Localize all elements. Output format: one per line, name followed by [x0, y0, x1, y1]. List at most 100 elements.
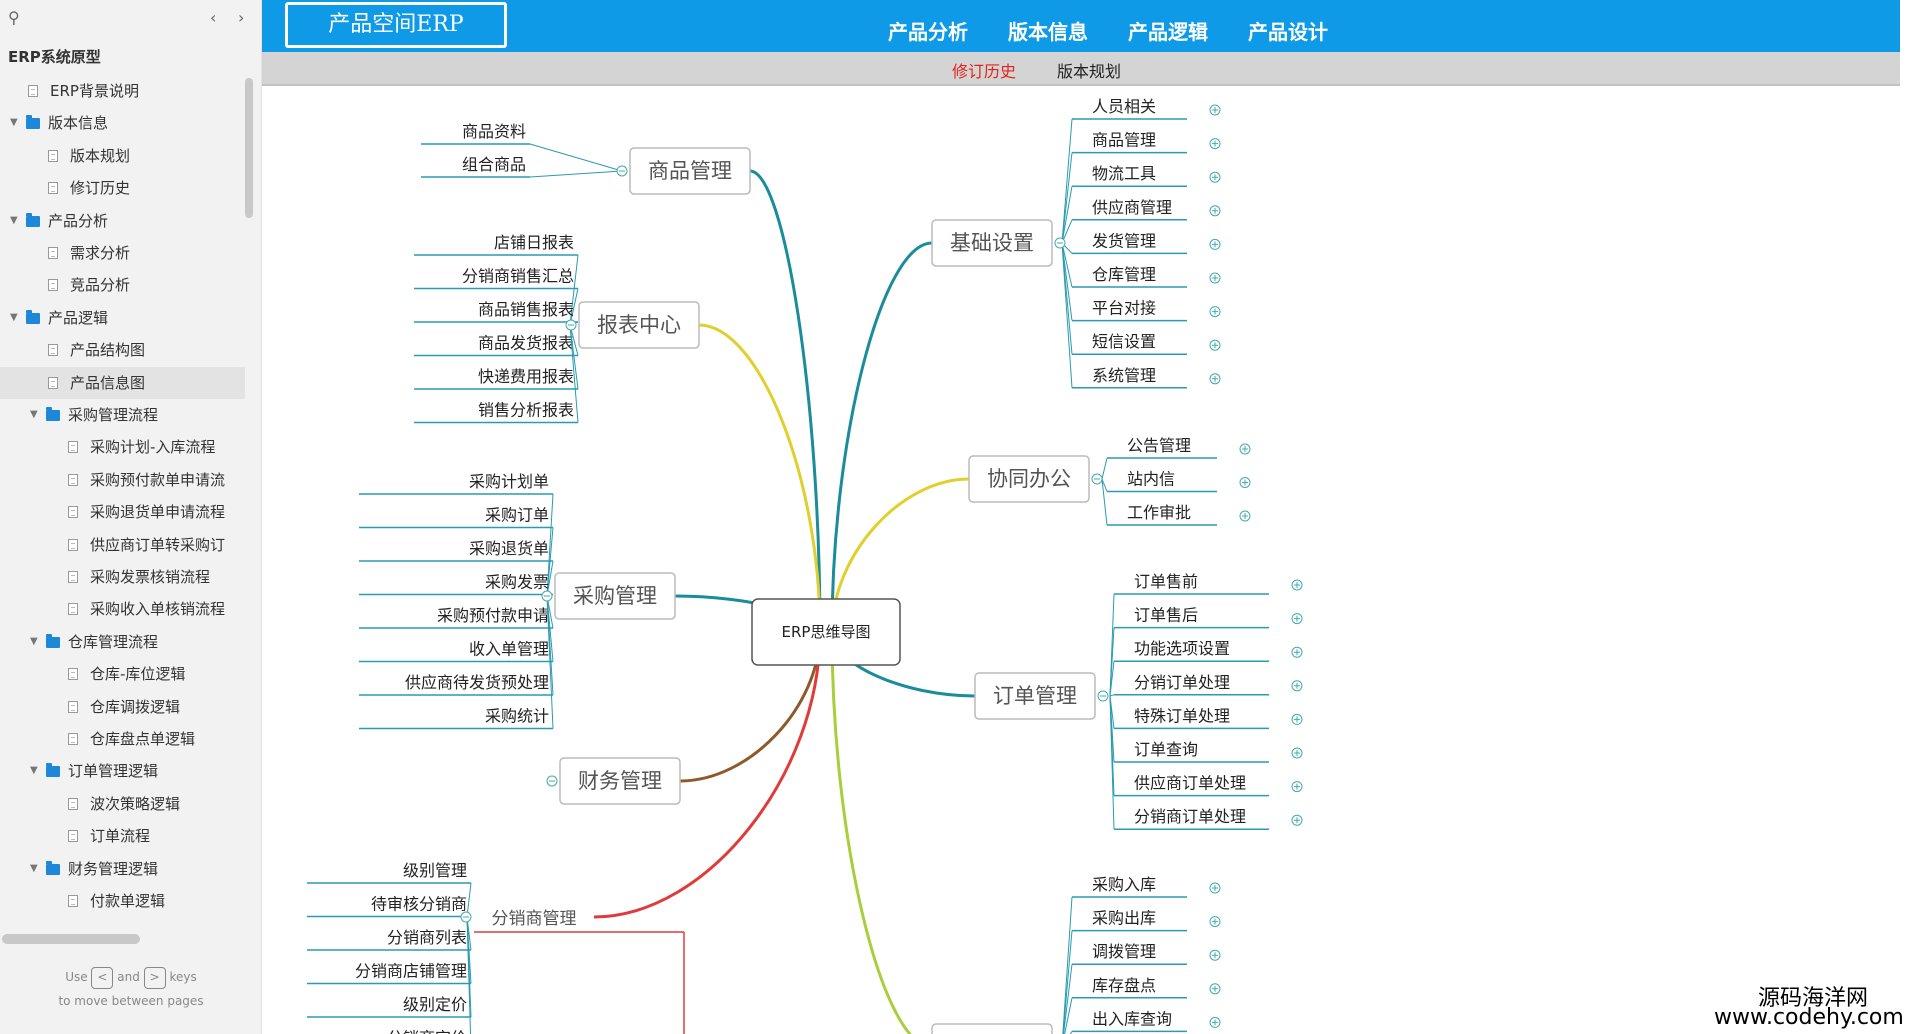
- expand-caret-icon[interactable]: ▼: [30, 853, 38, 885]
- hint-text: keys: [169, 970, 197, 984]
- tree-page[interactable]: 产品信息图: [0, 366, 245, 399]
- folder-icon: [46, 407, 60, 421]
- hint-text: Use: [65, 970, 88, 984]
- tree-folder[interactable]: ▼ 产品分析: [0, 205, 245, 237]
- center-node-label: ERP思维导图: [782, 623, 871, 641]
- sidebar-vertical-scrollbar[interactable]: [245, 78, 253, 218]
- tree-folder[interactable]: ▼ 采购管理流程: [0, 399, 245, 431]
- leaf-label: 商品管理: [1092, 131, 1156, 150]
- expand-caret-icon[interactable]: ▼: [10, 302, 18, 334]
- page-icon: [68, 668, 78, 681]
- expand-caret-icon[interactable]: ▼: [10, 205, 18, 237]
- leaf-label: 物流工具: [1092, 164, 1156, 183]
- top-header: 产品空间ERP 产品分析 版本信息 产品逻辑 产品设计: [262, 0, 1900, 52]
- tree-page[interactable]: 采购发票核销流程: [0, 561, 245, 593]
- nav-product-logic[interactable]: 产品逻辑: [1128, 16, 1208, 45]
- leaf-label: 订单售前: [1134, 572, 1198, 591]
- page-icon: [48, 279, 58, 292]
- tree-page[interactable]: 产品结构图: [0, 334, 245, 366]
- tree-folder[interactable]: ▼ 财务管理逻辑: [0, 853, 245, 885]
- leaf-label: 特殊订单处理: [1134, 706, 1230, 725]
- tree-folder[interactable]: ▼ 仓库管理流程: [0, 626, 245, 658]
- leaf-label: 站内信: [1127, 470, 1175, 489]
- page-icon: [68, 700, 78, 713]
- folder-icon: [46, 633, 60, 648]
- leaf-label: 店铺日报表: [494, 233, 574, 252]
- tree-page[interactable]: 订单流程: [0, 820, 245, 852]
- tree-item-label: 版本规划: [70, 146, 131, 165]
- nav-version-info[interactable]: 版本信息: [1008, 16, 1088, 45]
- tree-page[interactable]: 付款单逻辑: [0, 885, 245, 917]
- tree-page[interactable]: 竞品分析: [0, 269, 245, 301]
- expand-caret-icon[interactable]: ▼: [10, 107, 18, 139]
- chevron-left-icon[interactable]: ‹: [210, 8, 216, 27]
- leaf-label: 发货管理: [1092, 231, 1156, 250]
- page-icon: [68, 571, 78, 583]
- tree-item-label: 版本信息: [48, 114, 109, 133]
- right-key-icon: >: [143, 966, 166, 989]
- leaf-label: 采购计划单: [469, 472, 549, 491]
- tree-page[interactable]: 采购退货单申请流程: [0, 496, 245, 528]
- sidebar-horizontal-scrollbar[interactable]: [2, 934, 140, 944]
- leaf-label: 功能选项设置: [1134, 639, 1230, 658]
- expand-caret-icon[interactable]: ▼: [30, 399, 38, 431]
- tree-page[interactable]: 采购计划-入库流程: [0, 431, 245, 463]
- sidebar: ⚲ ‹ › ERP系统原型 ERP背景说明 ▼ 版本信息 版本规划 修订历史 ▼ 产品分析需…: [0, 0, 262, 1034]
- nav-product-analysis[interactable]: 产品分析: [888, 16, 968, 45]
- leaf-label: 快递费用报表: [478, 367, 574, 386]
- leaf-label: 采购出库: [1092, 909, 1156, 928]
- leaf-connector: [1101, 457, 1108, 480]
- tree-page[interactable]: 需求分析: [0, 237, 245, 269]
- leaf-label: 采购订单: [485, 506, 549, 525]
- subnav-revision-history[interactable]: 修订历史: [952, 58, 1016, 82]
- tree-page[interactable]: 仓库盘点单逻辑: [0, 723, 245, 755]
- watermark-url: www.codehy.com: [1714, 1005, 1904, 1030]
- tree-page[interactable]: 仓库-库位逻辑: [0, 658, 245, 690]
- tree-page[interactable]: ERP背景说明: [0, 75, 245, 107]
- tree-item-label: 产品逻辑: [48, 308, 109, 327]
- left-key-icon: <: [91, 966, 114, 989]
- tree-item-label: 仓库管理流程: [68, 632, 159, 651]
- leaf-label: 分销商销售汇总: [462, 267, 574, 286]
- tree-item-label: 仓库-库位逻辑: [90, 665, 186, 684]
- mindmap-canvas[interactable]: ERP思维导图 商品资料 组合商品 商品管理 店铺日报表 分销商销售汇总 商品销售报表 商品发…: [262, 86, 1900, 1034]
- leaf-label: 库存盘点: [1092, 976, 1156, 995]
- chevron-right-icon[interactable]: ›: [238, 8, 244, 27]
- tree-item-label: 采购收入单核销流程: [90, 600, 226, 619]
- tree-page[interactable]: 采购收入单核销流程: [0, 593, 245, 625]
- expand-caret-icon[interactable]: ▼: [30, 755, 38, 787]
- nav-product-design[interactable]: 产品设计: [1248, 16, 1328, 45]
- branch-connector: [830, 241, 933, 633]
- leaf-label: 采购预付款申请: [437, 606, 549, 625]
- tree-page[interactable]: 波次策略逻辑: [0, 788, 245, 820]
- tree-page[interactable]: 版本规划: [0, 140, 245, 172]
- tree-page[interactable]: 仓库调拨逻辑: [0, 691, 245, 723]
- leaf-label: 平台对接: [1092, 299, 1156, 318]
- tree-item-label: 采购退货单申请流程: [90, 503, 226, 522]
- subnav-version-plan[interactable]: 版本规划: [1057, 58, 1121, 82]
- tree-item-label: 采购计划-入库流程: [90, 438, 216, 457]
- folder-icon: [46, 860, 60, 875]
- tree-item-label: 产品信息图: [70, 373, 146, 392]
- tree-folder[interactable]: ▼ 订单管理逻辑: [0, 755, 245, 787]
- expand-caret-icon[interactable]: ▼: [30, 626, 38, 658]
- logo-button[interactable]: 产品空间ERP: [285, 2, 507, 48]
- leaf-label: 分销商定价: [387, 1029, 467, 1034]
- page-icon: [68, 895, 78, 907]
- tree-page[interactable]: 采购预付款单申请流: [0, 464, 245, 496]
- leaf-label: 采购退货单: [469, 539, 549, 558]
- tree-page[interactable]: 修订历史: [0, 172, 245, 204]
- tree-page[interactable]: 供应商订单转采购订: [0, 529, 245, 561]
- leaf-label: 短信设置: [1092, 332, 1156, 351]
- branch-label: 分销商管理: [492, 909, 577, 929]
- tree-item-label: 采购预付款单申请流: [90, 470, 226, 489]
- search-icon[interactable]: ⚲: [8, 8, 20, 27]
- page-icon: [68, 538, 78, 551]
- tree-folder[interactable]: ▼ 版本信息: [0, 107, 245, 139]
- tree-item-label: 产品分析: [48, 211, 109, 230]
- leaf-connector: [529, 143, 623, 172]
- leaf-label: 待审核分销商: [371, 895, 467, 914]
- tree-folder[interactable]: ▼ 产品逻辑: [0, 302, 245, 334]
- tree-item-label: 仓库调拨逻辑: [90, 697, 181, 716]
- folder-icon: [46, 763, 60, 778]
